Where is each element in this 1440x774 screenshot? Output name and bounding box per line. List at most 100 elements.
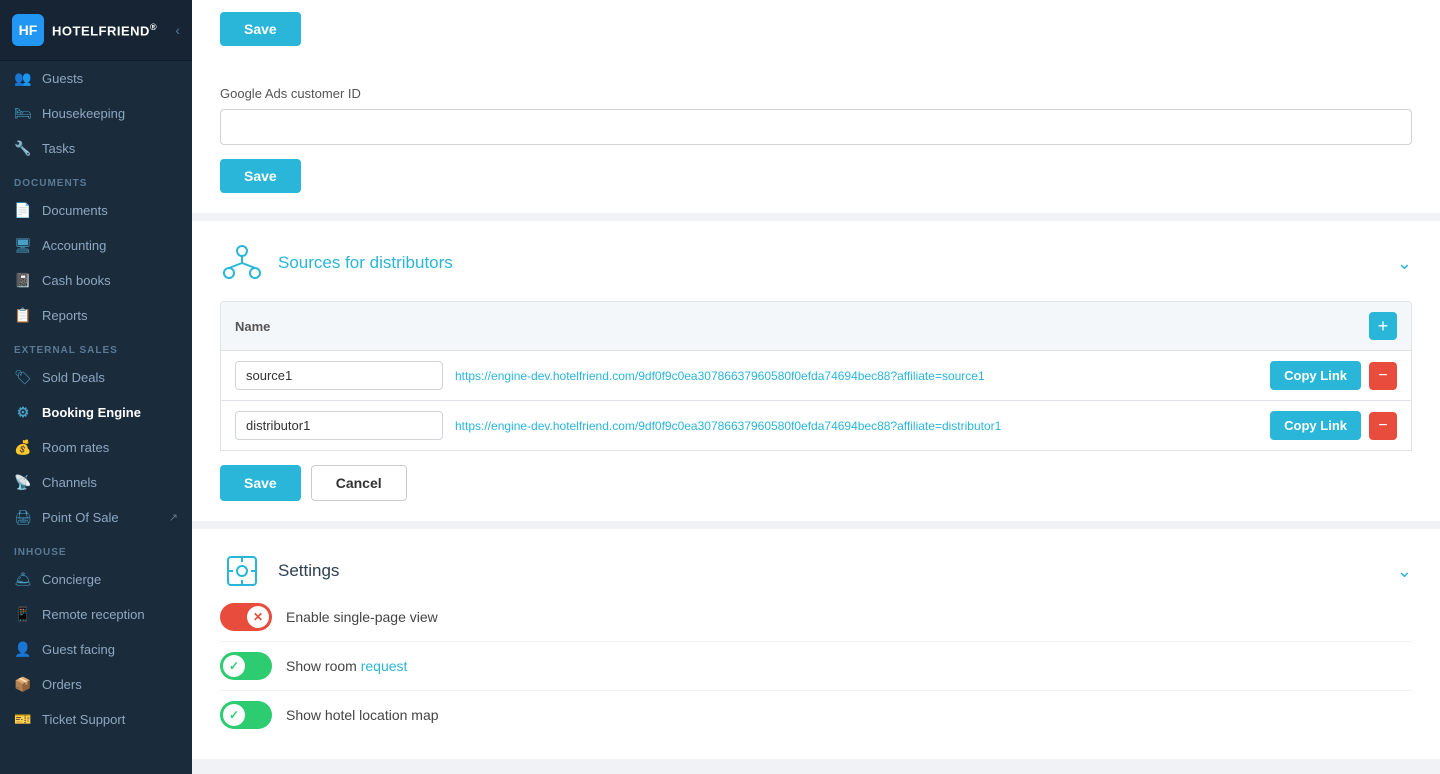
dist-cancel-button[interactable]: Cancel <box>311 465 407 501</box>
distributors-section-header[interactable]: Sources for distributors ⌄ <box>220 241 1412 285</box>
sidebar-item-guests[interactable]: 👥 Guests <box>0 61 192 96</box>
google-ads-input[interactable] <box>220 109 1412 145</box>
settings-chevron-icon: ⌄ <box>1397 561 1412 582</box>
toggle-row-room-request: ✓ Show room request <box>220 642 1412 691</box>
google-ads-label: Google Ads customer ID <box>220 86 1412 101</box>
sidebar-item-label: Documents <box>42 203 108 218</box>
dist-name-input-1[interactable] <box>235 361 443 390</box>
orders-icon: 📦 <box>14 676 32 693</box>
reports-icon: 📋 <box>14 307 32 324</box>
logo-icon: HF <box>12 14 44 46</box>
google-ads-section: Google Ads customer ID Save <box>192 66 1440 213</box>
ticket-support-icon: 🎫 <box>14 711 32 728</box>
sidebar-item-point-of-sale[interactable]: 🖨 Point Of Sale ↗ <box>0 500 192 535</box>
table-header-row: Name + <box>220 301 1412 351</box>
sidebar-item-label: Booking Engine <box>42 405 141 420</box>
top-save-button[interactable]: Save <box>220 12 301 46</box>
sidebar-item-label: Housekeeping <box>42 106 125 121</box>
toggle-label-hotel-map: Show hotel location map <box>286 707 439 723</box>
dist-actions-cell-2: Copy Link − <box>1267 411 1397 440</box>
sidebar-item-label: Ticket Support <box>42 712 125 727</box>
table-row: https://engine-dev.hotelfriend.com/9df0f… <box>220 401 1412 451</box>
guest-facing-icon: 👤 <box>14 641 32 658</box>
settings-section-header[interactable]: Settings ⌄ <box>220 549 1412 593</box>
sidebar-item-reports[interactable]: 📋 Reports <box>0 298 192 333</box>
sidebar-item-label: Guest facing <box>42 642 115 657</box>
dist-name-cell-1 <box>235 361 443 390</box>
sidebar-item-guest-facing[interactable]: 👤 Guest facing <box>0 632 192 667</box>
tasks-icon: 🔧 <box>14 140 32 157</box>
sidebar-item-label: Guests <box>42 71 83 86</box>
sidebar: HF HOTELFRIEND® ‹ 👥 Guests 🛏 Housekeepin… <box>0 0 192 774</box>
remove-distributor-button-2[interactable]: − <box>1369 412 1397 440</box>
distributors-title: Sources for distributors <box>278 253 1383 273</box>
sidebar-item-housekeeping[interactable]: 🛏 Housekeeping <box>0 96 192 131</box>
toggle-room-request[interactable]: ✓ <box>220 652 272 680</box>
sidebar-item-label: Tasks <box>42 141 75 156</box>
toggle-label-single-page: Enable single-page view <box>286 609 438 625</box>
sidebar-item-documents[interactable]: 📄 Documents <box>0 193 192 228</box>
sidebar-item-remote-reception[interactable]: 📱 Remote reception <box>0 597 192 632</box>
guests-icon: 👥 <box>14 70 32 87</box>
external-link-icon: ↗ <box>169 511 178 524</box>
sidebar-item-room-rates[interactable]: 💰 Room rates <box>0 430 192 465</box>
sidebar-item-orders[interactable]: 📦 Orders <box>0 667 192 702</box>
table-header-name: Name <box>235 319 455 334</box>
sidebar-item-accounting[interactable]: 🖥 Accounting <box>0 228 192 263</box>
dist-save-button[interactable]: Save <box>220 465 301 501</box>
section-label-documents: DOCUMENTS <box>0 166 192 193</box>
distributors-chevron-icon: ⌄ <box>1397 253 1412 274</box>
distributors-table: Name + https://engine-dev.hotelfriend.co… <box>220 301 1412 451</box>
sidebar-item-booking-engine[interactable]: ⚙ Booking Engine <box>0 395 192 430</box>
concierge-icon: 🛎 <box>14 571 32 588</box>
point-of-sale-icon: 🖨 <box>14 509 32 526</box>
dist-form-actions: Save Cancel <box>220 465 1412 501</box>
add-distributor-button[interactable]: + <box>1369 312 1397 340</box>
main-content: Save Google Ads customer ID Save Sour <box>192 0 1440 774</box>
sidebar-collapse-button[interactable]: ‹ <box>175 22 180 38</box>
toggle-knob: ✓ <box>223 655 245 677</box>
room-rates-icon: 💰 <box>14 439 32 456</box>
toggle-label-room-request: Show room request <box>286 658 407 674</box>
dist-link-cell-2: https://engine-dev.hotelfriend.com/9df0f… <box>455 419 1255 433</box>
settings-title: Settings <box>278 561 1383 581</box>
dist-actions-cell-1: Copy Link − <box>1267 361 1397 390</box>
top-save-area: Save <box>192 0 1440 66</box>
channels-icon: 📡 <box>14 474 32 491</box>
sidebar-item-label: Point Of Sale <box>42 510 119 525</box>
sidebar-item-sold-deals[interactable]: 🏷 Sold Deals <box>0 360 192 395</box>
dist-name-input-2[interactable] <box>235 411 443 440</box>
table-row: https://engine-dev.hotelfriend.com/9df0f… <box>220 351 1412 401</box>
copy-link-button-1[interactable]: Copy Link <box>1270 361 1361 390</box>
sidebar-item-tasks[interactable]: 🔧 Tasks <box>0 131 192 166</box>
settings-section: Settings ⌄ ✕ Enable single-page view ✓ S… <box>192 529 1440 759</box>
table-header-actions: + <box>1307 312 1397 340</box>
dist-link-cell-1: https://engine-dev.hotelfriend.com/9df0f… <box>455 369 1255 383</box>
toggle-hotel-map[interactable]: ✓ <box>220 701 272 729</box>
sidebar-item-ticket-support[interactable]: 🎫 Ticket Support <box>0 702 192 737</box>
sidebar-item-label: Sold Deals <box>42 370 105 385</box>
logo-text: HOTELFRIEND® <box>52 22 157 38</box>
toggle-knob: ✓ <box>223 704 245 726</box>
cash-books-icon: 📓 <box>14 272 32 289</box>
toggle-track[interactable]: ✓ <box>220 701 272 729</box>
settings-icon <box>220 549 264 593</box>
sidebar-item-cash-books[interactable]: 📓 Cash books <box>0 263 192 298</box>
google-ads-save-button[interactable]: Save <box>220 159 301 193</box>
sidebar-item-label: Accounting <box>42 238 106 253</box>
sold-deals-icon: 🏷 <box>14 369 32 386</box>
toggle-track[interactable]: ✕ <box>220 603 272 631</box>
distributors-icon <box>220 241 264 285</box>
remove-distributor-button-1[interactable]: − <box>1369 362 1397 390</box>
sidebar-item-channels[interactable]: 📡 Channels <box>0 465 192 500</box>
housekeeping-icon: 🛏 <box>14 105 32 122</box>
sidebar-item-label: Cash books <box>42 273 111 288</box>
toggle-track[interactable]: ✓ <box>220 652 272 680</box>
sidebar-item-label: Orders <box>42 677 82 692</box>
copy-link-button-2[interactable]: Copy Link <box>1270 411 1361 440</box>
toggle-row-hotel-map: ✓ Show hotel location map <box>220 691 1412 739</box>
toggle-knob: ✕ <box>247 606 269 628</box>
sidebar-item-concierge[interactable]: 🛎 Concierge <box>0 562 192 597</box>
accounting-icon: 🖥 <box>14 237 32 254</box>
toggle-single-page-view[interactable]: ✕ <box>220 603 272 631</box>
